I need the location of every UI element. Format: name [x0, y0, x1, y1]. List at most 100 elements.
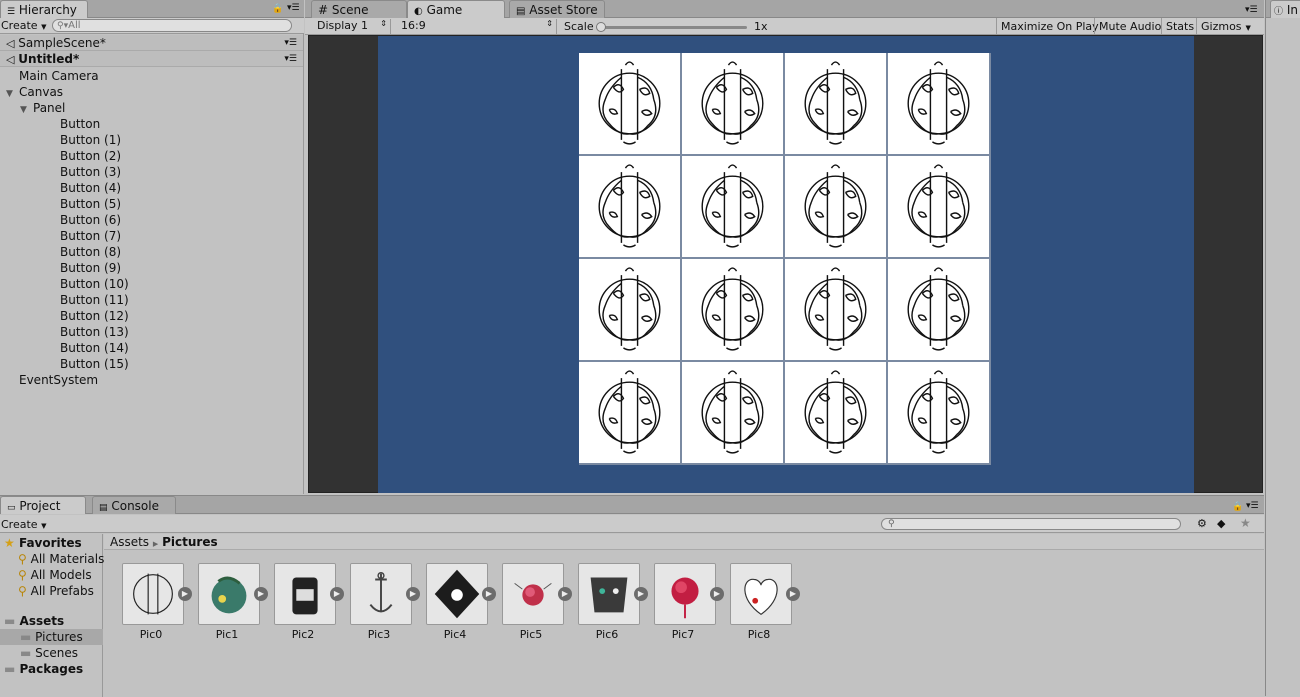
tab-inspector[interactable]: ⓘ In: [1270, 0, 1300, 18]
hierarchy-item[interactable]: Button (6): [0, 212, 121, 228]
memory-card-button[interactable]: [785, 156, 886, 257]
lock-icon[interactable]: 🔒: [272, 4, 283, 14]
hierarchy-item[interactable]: Button (5): [0, 196, 121, 212]
scale-slider[interactable]: [599, 26, 747, 29]
asset-thumbnail[interactable]: [274, 563, 336, 625]
scene-row[interactable]: ◁ Untitled* ▾☰: [0, 51, 303, 67]
favorite-item[interactable]: ⚲ All Materials: [18, 551, 104, 567]
favorite-star-icon[interactable]: ★: [1240, 516, 1251, 530]
hierarchy-item[interactable]: ▼ Canvas: [0, 84, 63, 100]
hierarchy-item[interactable]: Button (13): [0, 324, 129, 340]
memory-card-button[interactable]: [682, 362, 783, 463]
packages-header[interactable]: ▬ Packages: [4, 661, 83, 677]
aspect-select[interactable]: 16:9 ⇕: [397, 19, 557, 34]
hierarchy-item[interactable]: Button (15): [0, 356, 129, 372]
favorite-item[interactable]: ⚲ All Prefabs: [18, 583, 94, 599]
hierarchy-item[interactable]: Button (14): [0, 340, 129, 356]
tab-game[interactable]: ◐ Game: [407, 0, 505, 18]
picture-preview-icon: [731, 564, 791, 624]
hierarchy-item[interactable]: Button (8): [0, 244, 121, 260]
asset-thumbnail[interactable]: [426, 563, 488, 625]
memory-card-button[interactable]: [785, 53, 886, 154]
asset-thumbnail[interactable]: [654, 563, 716, 625]
favorite-item[interactable]: ⚲ All Models: [18, 567, 92, 583]
hierarchy-item[interactable]: Button (12): [0, 308, 129, 324]
memory-card-button[interactable]: [682, 156, 783, 257]
tab-scene[interactable]: # Scene: [311, 0, 407, 18]
menu-icon[interactable]: ▾☰: [287, 3, 300, 13]
asset-thumbnail[interactable]: [122, 563, 184, 625]
memory-card-button[interactable]: [579, 156, 680, 257]
lock-icon[interactable]: 🔒: [1232, 502, 1243, 512]
breadcrumb-assets[interactable]: Assets: [110, 535, 149, 549]
memory-card-button[interactable]: [888, 156, 989, 257]
hierarchy-item[interactable]: Button (3): [0, 164, 121, 180]
stats-toggle[interactable]: Stats: [1161, 18, 1198, 35]
tab-hierarchy[interactable]: ☰ Hierarchy: [0, 0, 88, 18]
memory-card-button[interactable]: [579, 53, 680, 154]
memory-card-button[interactable]: [579, 259, 680, 360]
filter-by-type-icon[interactable]: ⚙: [1197, 517, 1207, 530]
expand-sprite-icon[interactable]: ▶: [482, 587, 496, 601]
memory-card-button[interactable]: [888, 362, 989, 463]
tab-project[interactable]: ▭ Project: [0, 496, 86, 514]
scene-row[interactable]: ◁ SampleScene* ▾☰: [0, 35, 303, 51]
scale-slider-thumb[interactable]: [596, 22, 606, 32]
gizmos-dropdown[interactable]: Gizmos ▼: [1196, 18, 1256, 35]
hierarchy-search-input[interactable]: ⚲▾All: [52, 19, 292, 32]
expand-sprite-icon[interactable]: ▶: [710, 587, 724, 601]
filter-by-label-icon[interactable]: ◆: [1217, 517, 1225, 530]
display-select[interactable]: Display 1 ⇕: [313, 19, 391, 34]
assets-header[interactable]: ▬ Assets: [4, 613, 64, 629]
expand-sprite-icon[interactable]: ▶: [178, 587, 192, 601]
memory-card-button[interactable]: [888, 259, 989, 360]
hierarchy-item[interactable]: Button: [0, 116, 100, 132]
memory-card-button[interactable]: [579, 362, 680, 463]
expand-sprite-icon[interactable]: ▶: [786, 587, 800, 601]
expand-sprite-icon[interactable]: ▶: [406, 587, 420, 601]
expand-sprite-icon[interactable]: ▶: [558, 587, 572, 601]
expand-sprite-icon[interactable]: ▶: [634, 587, 648, 601]
scene-menu-icon[interactable]: ▾☰: [284, 35, 297, 51]
memory-card-button[interactable]: [682, 53, 783, 154]
game-canvas[interactable]: [378, 36, 1194, 493]
game-viewport[interactable]: [308, 35, 1263, 493]
maximize-on-play-toggle[interactable]: Maximize On Play: [996, 18, 1103, 35]
hierarchy-item[interactable]: Button (10): [0, 276, 129, 292]
menu-icon[interactable]: ▾☰: [1246, 501, 1259, 511]
scene-menu-icon[interactable]: ▾☰: [284, 51, 297, 67]
search-filter-icon: ⚲: [18, 584, 27, 598]
favorites-header[interactable]: ★ Favorites: [4, 535, 82, 551]
asset-thumbnail[interactable]: [730, 563, 792, 625]
breadcrumb-pictures[interactable]: Pictures: [162, 535, 218, 549]
expand-sprite-icon[interactable]: ▶: [330, 587, 344, 601]
hierarchy-item[interactable]: Button (4): [0, 180, 121, 196]
hierarchy-item[interactable]: Button (2): [0, 148, 121, 164]
memory-card-button[interactable]: [888, 53, 989, 154]
project-search-input[interactable]: ⚲: [881, 518, 1181, 530]
asset-thumbnail[interactable]: [198, 563, 260, 625]
hierarchy-item[interactable]: Button (1): [0, 132, 121, 148]
memory-card-button[interactable]: [785, 259, 886, 360]
memory-card-button[interactable]: [785, 362, 886, 463]
hierarchy-item[interactable]: Main Camera: [0, 68, 99, 84]
asset-folder-item[interactable]: ▬ Scenes: [0, 645, 103, 661]
mute-audio-toggle[interactable]: Mute Audio: [1094, 18, 1165, 35]
memory-card-button[interactable]: [682, 259, 783, 360]
asset-folder-item[interactable]: ▬ Pictures: [0, 629, 103, 645]
tab-asset-store[interactable]: ▤ Asset Store: [509, 0, 605, 18]
hierarchy-item[interactable]: Button (11): [0, 292, 129, 308]
asset-thumbnail[interactable]: [578, 563, 640, 625]
tab-console[interactable]: ▤ Console: [92, 496, 176, 514]
expand-sprite-icon[interactable]: ▶: [254, 587, 268, 601]
hierarchy-create-button[interactable]: Create ▼: [0, 19, 46, 33]
project-create-button[interactable]: Create ▼: [1, 518, 46, 531]
hierarchy-item[interactable]: Button (9): [0, 260, 121, 276]
hierarchy-item[interactable]: Button (7): [0, 228, 121, 244]
hierarchy-item[interactable]: ▼ Panel: [0, 100, 65, 116]
hierarchy-item[interactable]: EventSystem: [0, 372, 98, 388]
asset-thumbnail[interactable]: [502, 563, 564, 625]
asset-folder-label: Scenes: [35, 646, 79, 660]
asset-thumbnail[interactable]: [350, 563, 412, 625]
view-menu-icon[interactable]: ▾☰: [1245, 5, 1258, 15]
